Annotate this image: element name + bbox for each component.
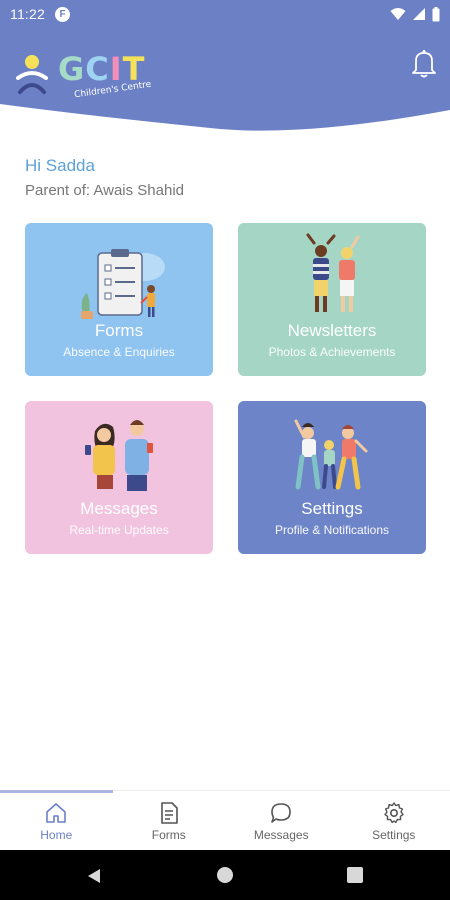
- battery-icon: [432, 6, 440, 21]
- logo-figure-icon: [16, 55, 48, 94]
- nav-label-settings: Settings: [372, 828, 416, 842]
- parent-of-label: Parent of: Awais Shahid: [25, 182, 184, 199]
- gear-icon: [384, 802, 404, 824]
- signal-icon: [413, 8, 425, 20]
- greeting-section: Hi Sadda Parent of: Awais Shahid: [25, 156, 184, 199]
- chat-bubble-icon: [271, 803, 292, 823]
- newsletters-card-title: Newsletters: [287, 321, 377, 340]
- home-icon: [46, 803, 67, 823]
- status-icons: [390, 6, 440, 22]
- nav-item-home[interactable]: Home: [0, 790, 113, 851]
- status-time: 11:22: [10, 6, 45, 22]
- settings-card[interactable]: Settings Profile & Notifications: [238, 401, 426, 554]
- wifi-icon: [390, 8, 406, 20]
- messages-card-subtitle: Real-time Updates: [69, 523, 169, 537]
- settings-card-title: Settings: [301, 499, 363, 518]
- messages-card[interactable]: Messages Real-time Updates: [25, 401, 213, 554]
- forms-card-subtitle: Absence & Enquiries: [63, 345, 175, 359]
- nav-item-forms[interactable]: Forms: [113, 791, 226, 851]
- children-cheering-illustration-icon: [306, 233, 360, 312]
- clipboard-illustration-icon: [81, 249, 165, 319]
- nav-label-forms: Forms: [151, 828, 186, 842]
- nav-item-messages[interactable]: Messages: [225, 791, 338, 851]
- document-icon: [160, 802, 178, 824]
- nav-item-settings[interactable]: Settings: [338, 791, 450, 851]
- newsletters-card-subtitle: Photos & Achievements: [268, 345, 396, 359]
- status-bar: 11:22 F: [0, 0, 450, 28]
- home-circle-icon[interactable]: [217, 867, 233, 883]
- bottom-navigation: Home Forms Messages Settings: [0, 790, 450, 850]
- forms-card-title: Forms: [94, 321, 144, 340]
- bell-icon[interactable]: [410, 48, 438, 78]
- gcit-logo: GCIT Children's Centre: [14, 48, 174, 108]
- recent-apps-icon[interactable]: [347, 867, 363, 883]
- settings-card-subtitle: Profile & Notifications: [274, 523, 390, 537]
- back-icon[interactable]: [86, 868, 102, 884]
- newsletters-card[interactable]: Newsletters Photos & Achievements: [238, 223, 426, 376]
- app-header: 11:22 F GCIT Children's Centre: [0, 0, 450, 132]
- messages-card-title: Messages: [80, 499, 158, 518]
- greeting-name: Hi Sadda: [25, 156, 95, 175]
- app-notification-icon: F: [55, 6, 70, 22]
- nav-label-home: Home: [40, 828, 73, 842]
- system-navigation-bar: [0, 850, 450, 900]
- nav-label-messages: Messages: [253, 828, 309, 842]
- people-texting-illustration-icon: [85, 420, 153, 491]
- forms-card[interactable]: Forms Absence & Enquiries: [25, 223, 213, 376]
- people-dancing-illustration-icon: [294, 419, 368, 490]
